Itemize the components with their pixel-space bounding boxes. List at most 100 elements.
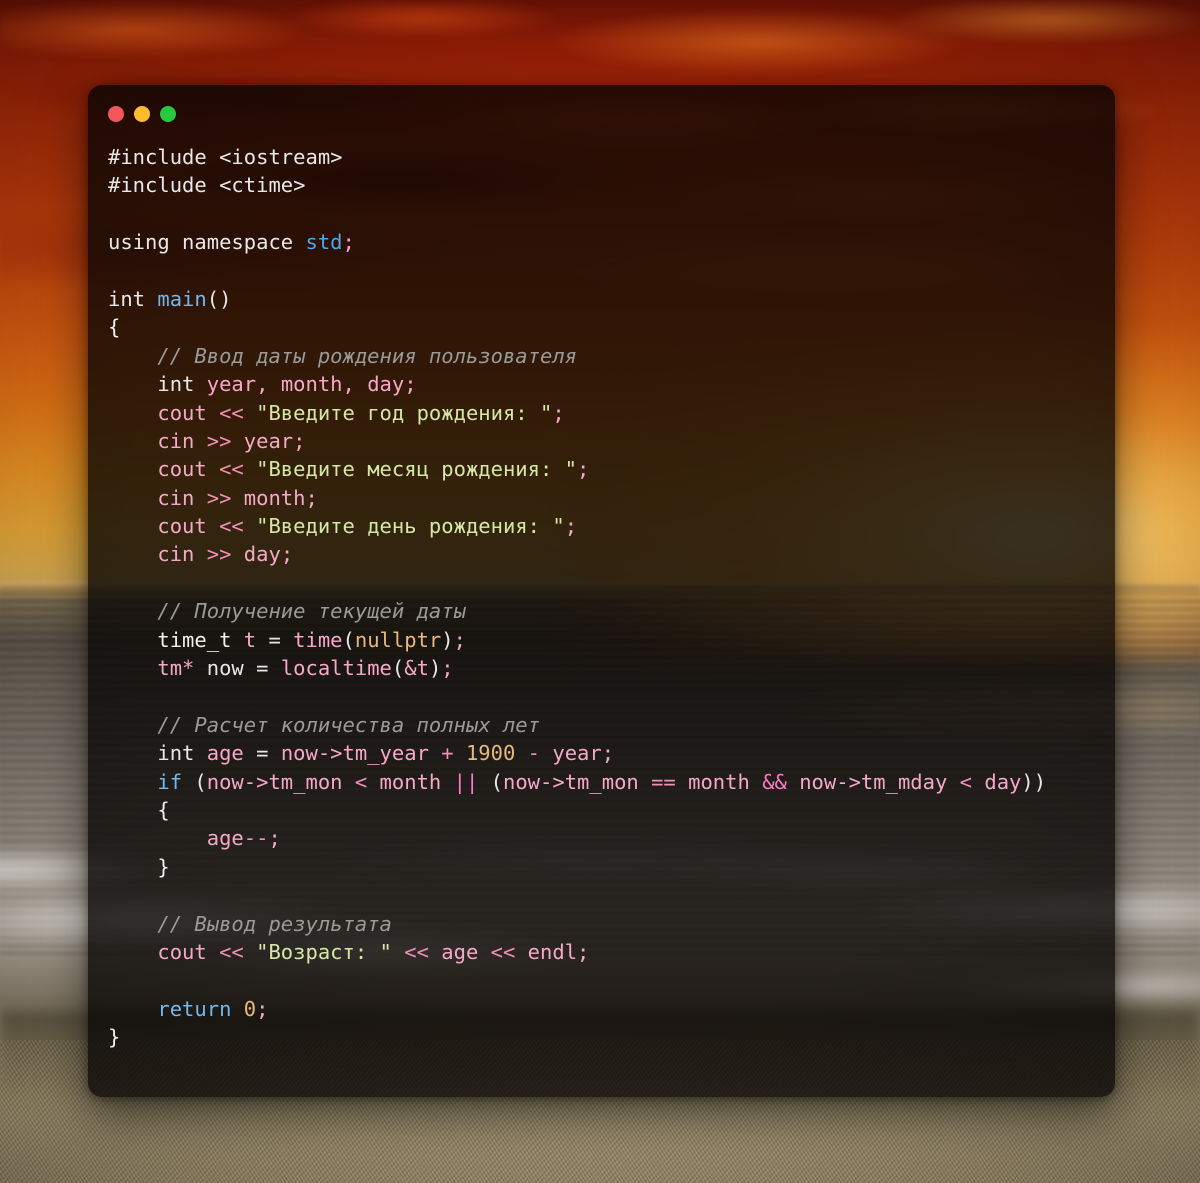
code-token: ,: [342, 372, 368, 397]
code-line: int year, month, day;: [108, 370, 1093, 398]
code-token: std: [305, 230, 343, 255]
code-token: // Получение текущей даты: [108, 599, 466, 624]
code-line: #include <ctime>: [108, 171, 1093, 199]
code-token: <<: [404, 939, 442, 964]
code-line: if (now->tm_mon < month || (now->tm_mon …: [108, 768, 1093, 796]
code-token: {: [108, 797, 170, 822]
code-token: >>: [206, 542, 244, 567]
code-token: -: [527, 741, 553, 766]
code-token: ;: [601, 741, 615, 766]
code-token: day: [243, 542, 281, 567]
code-token: now->tm_mon: [502, 769, 652, 794]
code-token: (: [391, 656, 405, 681]
maximize-button[interactable]: [160, 106, 176, 122]
code-token: ;: [268, 826, 281, 851]
code-token: <: [959, 769, 985, 794]
code-token: <ctime>: [219, 173, 306, 198]
code-token: // Вывод результата: [108, 911, 392, 936]
code-token: ;: [552, 400, 565, 425]
code-token: >>: [206, 428, 244, 453]
code-token: age: [108, 826, 244, 851]
code-token: ;: [577, 457, 590, 482]
code-token: ;: [342, 230, 355, 255]
code-token: "Возраст: ": [256, 939, 405, 964]
code-token: time: [293, 627, 343, 652]
code-token: ;: [404, 372, 417, 397]
code-token: }: [108, 854, 170, 879]
code-token: age: [206, 741, 257, 766]
code-token: =: [256, 741, 281, 766]
code-line: #include <iostream>: [108, 143, 1093, 171]
code-token: ;: [293, 428, 306, 453]
code-line: cout << "Введите год рождения: ";: [108, 399, 1093, 427]
code-line: tm* now = localtime(&t);: [108, 654, 1093, 682]
code-token: day: [367, 372, 405, 397]
code-token: int: [108, 286, 158, 311]
window-titlebar[interactable]: [88, 85, 1115, 143]
code-line: // Расчет количества полных лет: [108, 711, 1093, 739]
code-line: // Получение текущей даты: [108, 597, 1093, 625]
code-token: ): [428, 656, 442, 681]
code-token: year: [206, 372, 257, 397]
code-token: age: [441, 939, 491, 964]
code-token: 1900: [465, 741, 528, 766]
code-line: }: [108, 853, 1093, 881]
code-token: now->tm_mon: [206, 769, 355, 794]
code-line: }: [108, 1023, 1093, 1051]
code-token: ||: [453, 769, 491, 794]
code-token: cout: [108, 939, 220, 964]
code-token: cin: [108, 542, 207, 567]
code-token: if: [108, 769, 195, 794]
code-line: age--;: [108, 824, 1093, 852]
code-line: cin >> year;: [108, 427, 1093, 455]
code-line: cout << "Введите день рождения: ";: [108, 512, 1093, 540]
code-token: ): [441, 627, 454, 652]
code-line: time_t t = time(nullptr);: [108, 626, 1093, 654]
code-token: month: [243, 485, 306, 510]
code-token: &&: [762, 769, 800, 794]
code-token: <iostream>: [219, 145, 343, 169]
code-token: +: [441, 741, 466, 766]
code-token: now =: [206, 656, 281, 681]
close-button[interactable]: [108, 106, 124, 122]
code-token: using namespace: [108, 230, 306, 255]
code-token: // Ввод даты рождения пользователя: [108, 343, 577, 368]
code-token: month: [379, 769, 454, 794]
code-editor-content[interactable]: #include <iostream> #include <ctime> usin…: [88, 143, 1115, 1097]
code-token: <: [354, 769, 380, 794]
code-token: "Введите месяц рождения: ": [256, 457, 578, 482]
code-token: <<: [219, 400, 257, 425]
code-line: cout << "Возраст: " << age << endl;: [108, 938, 1093, 966]
code-line: using namespace std;: [108, 228, 1093, 256]
code-line: cout << "Введите месяц рождения: ";: [108, 455, 1093, 483]
code-token: ;: [453, 627, 466, 652]
code-token: year: [243, 428, 294, 453]
code-line: cin >> month;: [108, 484, 1093, 512]
code-line: // Вывод результата: [108, 910, 1093, 938]
code-token: endl: [527, 939, 578, 964]
code-token: {: [108, 315, 121, 340]
minimize-button[interactable]: [134, 106, 150, 122]
code-token: now->tm_mday: [799, 769, 960, 794]
code-token: "Введите день рождения: ": [256, 514, 565, 539]
code-token: )): [1021, 769, 1047, 794]
code-line: cin >> day;: [108, 540, 1093, 568]
code-token: int: [108, 741, 207, 766]
code-token: day: [984, 769, 1022, 794]
code-token: time_t: [108, 627, 244, 652]
code-token: --: [243, 826, 269, 851]
code-token: // Расчет количества полных лет: [108, 712, 540, 737]
code-token: month: [280, 372, 343, 397]
code-token: <<: [490, 939, 528, 964]
code-token: t: [243, 627, 269, 652]
code-token: <<: [219, 457, 257, 482]
code-token: ;: [305, 485, 318, 510]
code-token: nullptr: [354, 627, 442, 652]
code-token: cout: [108, 400, 220, 425]
code-token: (): [206, 286, 232, 311]
code-token: }: [108, 1025, 121, 1050]
code-line: // Ввод даты рождения пользователя: [108, 342, 1093, 370]
